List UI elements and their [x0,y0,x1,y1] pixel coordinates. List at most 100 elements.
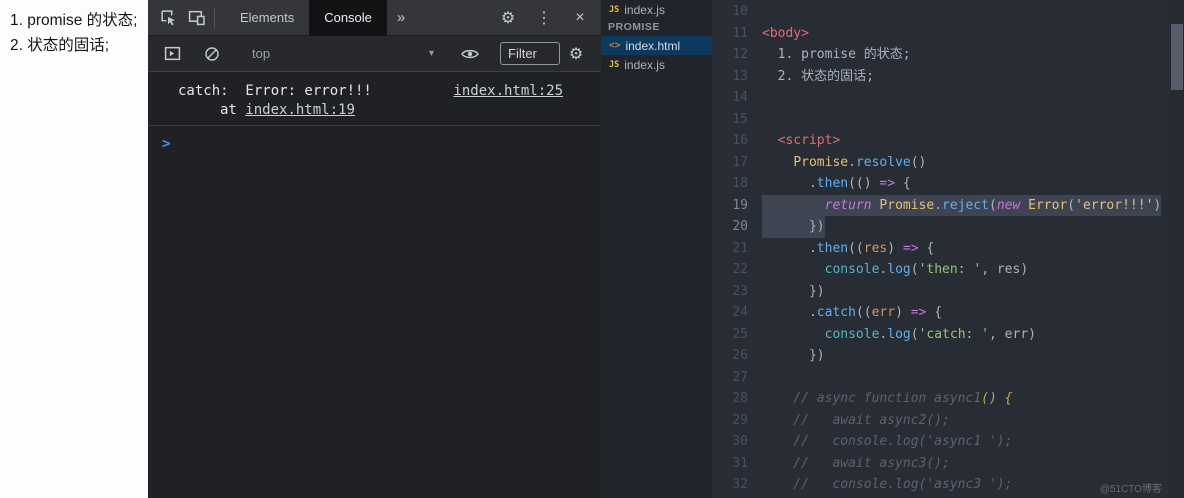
code-line[interactable]: 30 // console.log('async1 '); [712,431,1184,453]
code-text: Promise.resolve() [793,154,927,170]
log-message: catch: Error: error!!! [178,83,372,99]
code-line[interactable]: 28 // async function async1() { [712,388,1184,410]
line-number: 19 [732,197,748,213]
kebab-menu-icon[interactable]: ⋮ [531,8,557,28]
code-text: 1. promise 的状态; [762,47,911,62]
note-panel: 1. promise 的状态; 2. 状态的固话; [0,0,148,498]
stack-source-link[interactable]: index.html:19 [245,102,355,118]
folder-header[interactable]: PROMISE [601,19,712,36]
line-number: 20 [732,219,748,234]
stack-prefix: at [220,102,246,118]
code-line[interactable]: 14 [712,87,1184,109]
more-tabs-icon[interactable]: » [387,9,415,26]
line-number: 15 [732,111,748,127]
code-line[interactable]: 25 console.log('catch: ', err) [712,324,1184,346]
code-text: // console.log('async1 '); [762,434,1013,449]
inspect-element-icon[interactable] [154,4,182,32]
code-editor: 10 11 <body> 12 1. promise 的状态; 13 2. 状态的固话;… [712,0,1184,498]
line-number: 14 [732,90,748,105]
js-file-icon: JS [609,4,620,15]
code-line[interactable]: 18 .then(() => { [712,173,1184,195]
code-text: // await async3(); [762,455,950,471]
code-line[interactable]: 12 1. promise 的状态; [712,44,1184,66]
devtools-tabbar: Elements Console » ⚙ ⋮ × [148,0,601,36]
code-line[interactable]: 31 // await async3(); [712,453,1184,475]
line-number: 27 [732,369,748,385]
open-editor-item[interactable]: JS index.js [601,0,712,19]
tab-elements[interactable]: Elements [225,0,309,36]
screen: 1. promise 的状态; 2. 状态的固话; Elements Conso… [0,0,1184,498]
code-text: 2. 状态的固话; [762,68,874,84]
code-text: }) [762,216,825,238]
console-toolbar: top ▾ ⚙ [148,36,601,72]
code-line[interactable]: 21 .then((res) => { [712,238,1184,260]
code-line[interactable]: 17 Promise.resolve() [712,152,1184,174]
filter-input[interactable] [500,42,560,65]
line-number: 32 [732,477,748,492]
html-file-icon: <> [609,40,621,51]
code-line[interactable]: 27 [712,367,1184,389]
code-line[interactable]: 26 }) [712,345,1184,367]
toolbar-divider [214,7,215,28]
watermark: @51CTO博客 [1099,484,1162,495]
console-sidebar-toggle-icon[interactable] [158,40,186,68]
code-line[interactable]: 13 2. 状态的固话; [712,66,1184,88]
line-number: 18 [732,176,748,191]
console-input-row[interactable]: > [148,126,601,153]
file-item-html[interactable]: <> index.html [601,36,712,55]
clear-console-icon[interactable] [198,40,226,68]
settings-gear-icon[interactable]: ⚙ [495,8,521,28]
tab-console[interactable]: Console [309,0,387,36]
line-number: 29 [732,412,748,428]
line-number: 12 [732,47,748,62]
line-number: 25 [732,326,748,342]
devtools-panel: Elements Console » ⚙ ⋮ × top ▾ Filter ⚙ … [148,0,601,498]
line-number: 17 [732,154,748,170]
code-line[interactable]: 15 [712,109,1184,131]
log-source-link[interactable]: index.html:25 [453,83,563,99]
code-text: // async function async1() { [762,391,1013,406]
code-line[interactable]: 11 <body> [712,23,1184,45]
chevron-down-icon: ▾ [428,48,434,59]
line-number: 10 [732,4,748,19]
explorer-sidebar: JS index.js PROMISE <> index.html JS ind… [601,0,712,498]
code-text: // console.log('async3 '); [762,477,1013,492]
code-line[interactable]: 16 <script> [712,130,1184,152]
code-line[interactable]: 19 return Promise.reject(new Error('erro… [712,194,1184,216]
code-line[interactable]: 24 .catch((err) => { [712,302,1184,324]
line-number: 22 [732,262,748,277]
close-devtools-icon[interactable]: × [567,9,593,27]
code-line[interactable]: 23 }) [712,281,1184,303]
code-line[interactable]: 29 // await async2(); [712,410,1184,432]
code-text: <body> [762,25,809,41]
code-text: .then((res) => { [808,240,935,256]
line-number: 26 [732,348,748,363]
code-text: }) [808,348,825,363]
context-label: top [252,46,271,61]
scrollbar-thumb[interactable] [1171,24,1183,90]
file-name: index.js [624,57,665,72]
line-number: 31 [732,455,748,471]
code-line[interactable]: 10 [712,1,1184,23]
code-line[interactable]: 20 }) [712,216,1184,238]
console-log-entry: catch: Error: error!!! index.html:25 at … [148,72,601,126]
code-text: // await async2(); [762,412,950,428]
code-text: console.log('catch: ', err) [824,326,1036,342]
code-text: .catch((err) => { [808,305,943,320]
device-toolbar-icon[interactable] [182,4,210,32]
code-text: <script> [777,133,841,148]
code-text: .then(() => { [808,176,911,191]
console-prompt-icon: > [162,136,171,152]
javascript-context-dropdown[interactable]: top ▾ [252,46,434,61]
console-settings-gear-icon[interactable]: ⚙ [563,44,589,64]
live-expression-eye-icon[interactable] [456,40,484,68]
js-file-icon: JS [609,59,620,70]
file-item-js[interactable]: JS index.js [601,55,712,74]
code-text: console.log('then: ', res) [824,262,1029,277]
line-number: 30 [732,434,748,449]
line-number: 23 [732,283,748,299]
code-line[interactable]: 22 console.log('then: ', res) [712,259,1184,281]
open-editor-filename: index.js [624,2,665,17]
file-name: index.html [625,38,681,53]
line-number: 21 [732,240,748,256]
